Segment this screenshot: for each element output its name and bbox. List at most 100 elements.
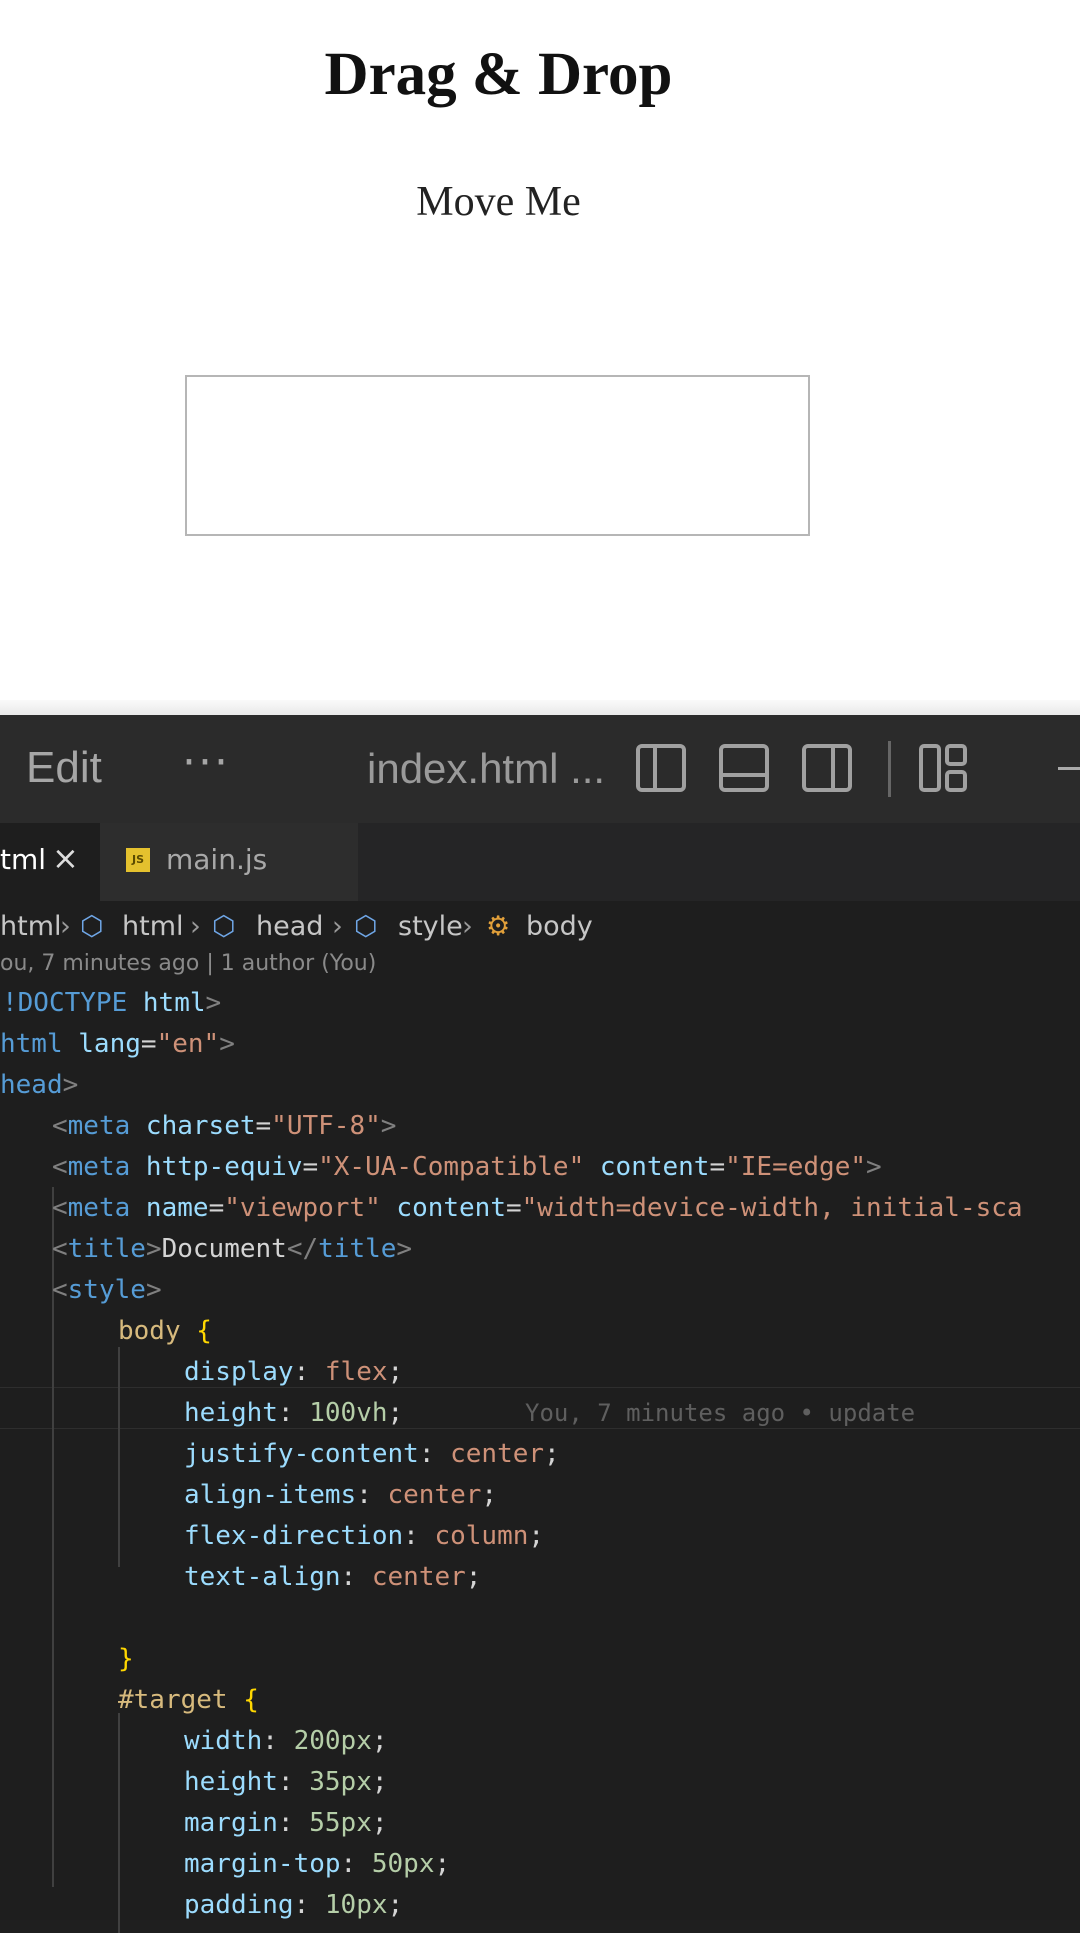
title-bar: Edit ··· index.html ... xyxy=(0,715,1080,823)
code-line: body { xyxy=(118,1311,212,1351)
breadcrumb-item[interactable]: html xyxy=(122,911,184,942)
code-token: > xyxy=(145,1234,162,1264)
code-token: : xyxy=(293,1357,325,1387)
code-token: : xyxy=(277,1767,310,1797)
menu-edit[interactable]: Edit xyxy=(26,743,102,793)
code-token: center xyxy=(371,1562,466,1592)
code-token: "UTF-8" xyxy=(271,1111,381,1141)
element-icon: ⬡ xyxy=(212,911,236,942)
code-token: margin-top xyxy=(184,1849,341,1879)
code-line: align-items: center; xyxy=(184,1475,497,1515)
code-token: "IE=edge" xyxy=(725,1152,867,1182)
code-token: 35px xyxy=(309,1767,372,1797)
js-file-icon: JS xyxy=(126,848,150,872)
toggle-panel-icon[interactable] xyxy=(718,743,770,793)
code-token: height xyxy=(184,1767,278,1797)
code-token: "en" xyxy=(156,1029,220,1059)
code-line: html lang="en"> xyxy=(0,1024,235,1064)
code-line: flex-direction: column; xyxy=(184,1516,544,1556)
code-token: meta xyxy=(67,1152,131,1182)
code-token: > xyxy=(866,1152,882,1182)
breadcrumb-item[interactable]: style xyxy=(398,911,463,942)
code-token: padding xyxy=(184,1890,294,1920)
code-token: > xyxy=(62,1070,79,1100)
code-token: lang xyxy=(62,1029,141,1059)
code-token: Document xyxy=(161,1234,287,1264)
code-line: !DOCTYPE html> xyxy=(2,983,221,1023)
code-token: </ xyxy=(286,1234,319,1264)
chevron-right-icon: › xyxy=(332,911,343,942)
code-token: 100vh xyxy=(309,1398,388,1428)
code-token: ; xyxy=(481,1480,498,1510)
drop-target-box[interactable] xyxy=(185,375,810,536)
code-token: : xyxy=(262,1726,294,1756)
code-line: <title>Document</title> xyxy=(52,1229,412,1269)
element-icon: ⬡ xyxy=(80,911,104,942)
code-token: center xyxy=(450,1439,545,1469)
code-line: margin: 55px; xyxy=(184,1803,388,1843)
close-icon[interactable]: × xyxy=(52,839,79,877)
code-token: = xyxy=(709,1152,726,1182)
codelens-blame[interactable]: ou, 7 minutes ago | 1 author (You) xyxy=(0,951,376,976)
code-token: ; xyxy=(528,1521,545,1551)
code-token: ; xyxy=(387,1890,404,1920)
tab-index-html[interactable]: tml × xyxy=(0,823,100,901)
toggle-secondary-sidebar-icon[interactable] xyxy=(801,743,853,793)
code-token: : xyxy=(340,1562,372,1592)
code-token: head xyxy=(0,1070,63,1100)
tab-label: tml xyxy=(0,843,47,876)
code-line: justify-content: center; xyxy=(184,1434,560,1474)
code-token: charset xyxy=(130,1111,256,1141)
code-token: { xyxy=(227,1685,259,1715)
breadcrumb-item[interactable]: body xyxy=(526,911,593,942)
code-token: = xyxy=(208,1193,225,1223)
code-token: html xyxy=(127,988,206,1018)
code-line: height: 35px; xyxy=(184,1762,388,1802)
code-token: flex xyxy=(324,1357,388,1387)
code-token: : xyxy=(418,1439,451,1469)
code-token: ; xyxy=(465,1562,482,1592)
code-token: width xyxy=(184,1726,263,1756)
code-token: ; xyxy=(371,1767,388,1797)
more-menu-button[interactable]: ··· xyxy=(182,737,230,788)
code-token: < xyxy=(52,1111,68,1141)
minimize-icon[interactable] xyxy=(1058,767,1080,770)
code-token: content xyxy=(584,1152,710,1182)
preview-bottom-edge xyxy=(0,700,1080,716)
code-token: ; xyxy=(387,1398,404,1428)
code-token: column xyxy=(434,1521,529,1551)
breadcrumb-item[interactable]: html xyxy=(0,911,62,942)
code-token: : xyxy=(340,1849,372,1879)
inline-blame: You, 7 minutes ago • update xyxy=(525,1399,916,1427)
code-token: > xyxy=(396,1234,413,1264)
code-token: = xyxy=(506,1193,522,1223)
code-token: : xyxy=(356,1480,388,1510)
code-token: < xyxy=(52,1275,68,1305)
code-token: content xyxy=(380,1193,506,1223)
code-line: height: 100vh; xyxy=(184,1393,403,1433)
code-token: title xyxy=(67,1234,146,1264)
code-token: meta xyxy=(67,1111,131,1141)
toggle-primary-sidebar-icon[interactable] xyxy=(635,743,687,793)
code-token: style xyxy=(67,1275,146,1305)
code-token: ; xyxy=(387,1357,404,1387)
code-token: http-equiv xyxy=(130,1152,303,1182)
code-token: ; xyxy=(371,1726,388,1756)
window-title: index.html ... xyxy=(367,745,606,792)
code-token: name xyxy=(130,1193,209,1223)
code-token: flex-direction xyxy=(184,1521,404,1551)
code-token: text-align xyxy=(184,1562,341,1592)
code-token: { xyxy=(180,1316,212,1346)
code-line: <meta charset="UTF-8"> xyxy=(52,1106,396,1146)
tab-main-js[interactable]: JS main.js xyxy=(100,823,358,901)
code-line: <style> xyxy=(52,1270,162,1310)
code-token: : xyxy=(277,1398,310,1428)
code-area[interactable]: !DOCTYPE html> html lang="en"> head> <me… xyxy=(0,983,1080,1933)
code-token: = xyxy=(255,1111,272,1141)
breadcrumb-item[interactable]: head xyxy=(256,911,323,942)
code-line: display: flex; xyxy=(184,1352,403,1392)
code-token: "width=device-width, initial-sca xyxy=(521,1193,1023,1223)
customize-layout-icon[interactable] xyxy=(918,743,970,793)
draggable-item[interactable]: Move Me xyxy=(0,178,997,226)
browser-preview: Drag & Drop Move Me xyxy=(0,0,1080,715)
